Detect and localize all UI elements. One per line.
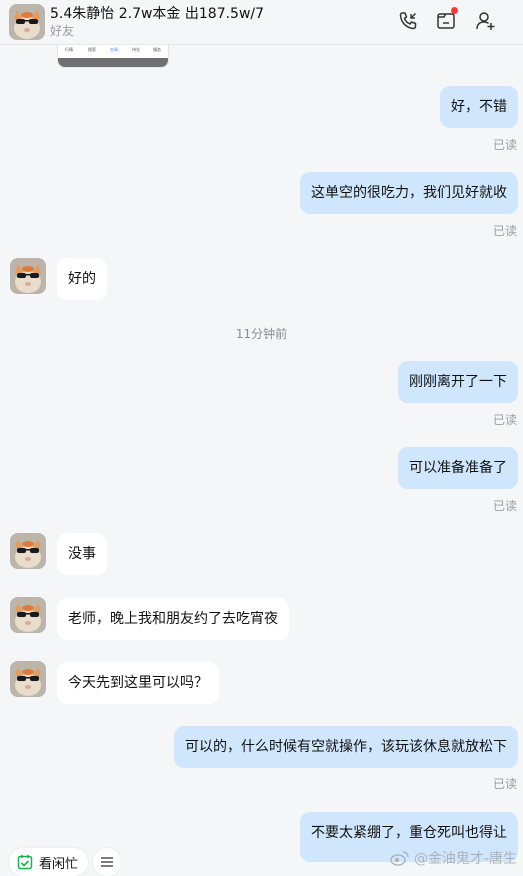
cat-avatar-icon <box>10 258 46 294</box>
contact-avatar[interactable] <box>9 4 45 40</box>
image-tab-label: 交易 <box>110 47 118 52</box>
outgoing-message[interactable]: 好，不错 <box>440 86 518 128</box>
timestamp-divider: 11分钟前 <box>235 327 288 341</box>
read-receipt: 已读 <box>492 224 517 238</box>
cat-avatar-icon <box>10 597 46 633</box>
chat-header: 5.4朱静怡 2.7w本金 出187.5w/7 好友 <box>0 0 523 45</box>
image-message-fragment[interactable]: 行情 搜索 交易 持仓 服务 <box>57 44 169 68</box>
menu-icon <box>101 857 113 867</box>
add-friend-icon[interactable] <box>474 10 496 32</box>
cat-avatar-icon <box>9 4 45 40</box>
image-tab-label: 行情 <box>65 47 73 52</box>
image-tab-label: 服务 <box>153 47 161 52</box>
incoming-message[interactable]: 没事 <box>57 533 107 575</box>
status-button[interactable]: 看闲忙 <box>9 848 89 876</box>
image-tab-label: 持仓 <box>132 47 140 52</box>
notification-dot <box>451 7 458 14</box>
contact-avatar[interactable] <box>10 258 46 294</box>
read-receipt: 已读 <box>492 138 517 152</box>
image-tab-label: 搜索 <box>88 47 96 52</box>
incoming-message[interactable]: 今天先到这里可以吗？ <box>57 662 219 704</box>
contact-avatar[interactable] <box>10 597 46 633</box>
outgoing-message[interactable]: 可以准备准备了 <box>398 447 518 489</box>
read-receipt: 已读 <box>492 777 517 791</box>
incoming-message[interactable]: 老师，晚上我和朋友约了去吃宵夜 <box>57 598 289 640</box>
image-bottom-bar <box>58 58 168 67</box>
weibo-logo-icon <box>390 851 409 866</box>
chat-subtitle: 好友 <box>50 24 75 38</box>
voice-call-icon[interactable] <box>397 10 419 32</box>
outgoing-message[interactable]: 刚刚离开了一下 <box>398 361 518 403</box>
chat-title: 5.4朱静怡 2.7w本金 出187.5w/7 <box>50 6 265 22</box>
files-icon[interactable] <box>435 7 458 32</box>
menu-button[interactable] <box>93 848 121 876</box>
cat-avatar-icon <box>10 661 46 697</box>
outgoing-message[interactable]: 可以的，什么时候有空就操作，该玩该休息就放松下 <box>174 726 518 768</box>
incoming-message[interactable]: 好的 <box>57 258 107 300</box>
status-button-label: 看闲忙 <box>39 856 79 872</box>
contact-avatar[interactable] <box>10 533 46 569</box>
read-receipt: 已读 <box>492 499 517 513</box>
watermark: @金油鬼才-唐生 <box>390 848 517 868</box>
outgoing-message[interactable]: 这单空的很吃力，我们见好就收 <box>300 172 518 214</box>
check-calendar-icon <box>17 855 33 870</box>
contact-avatar[interactable] <box>10 661 46 697</box>
watermark-text: @金油鬼才-唐生 <box>413 851 517 867</box>
cat-avatar-icon <box>10 533 46 569</box>
read-receipt: 已读 <box>492 413 517 427</box>
